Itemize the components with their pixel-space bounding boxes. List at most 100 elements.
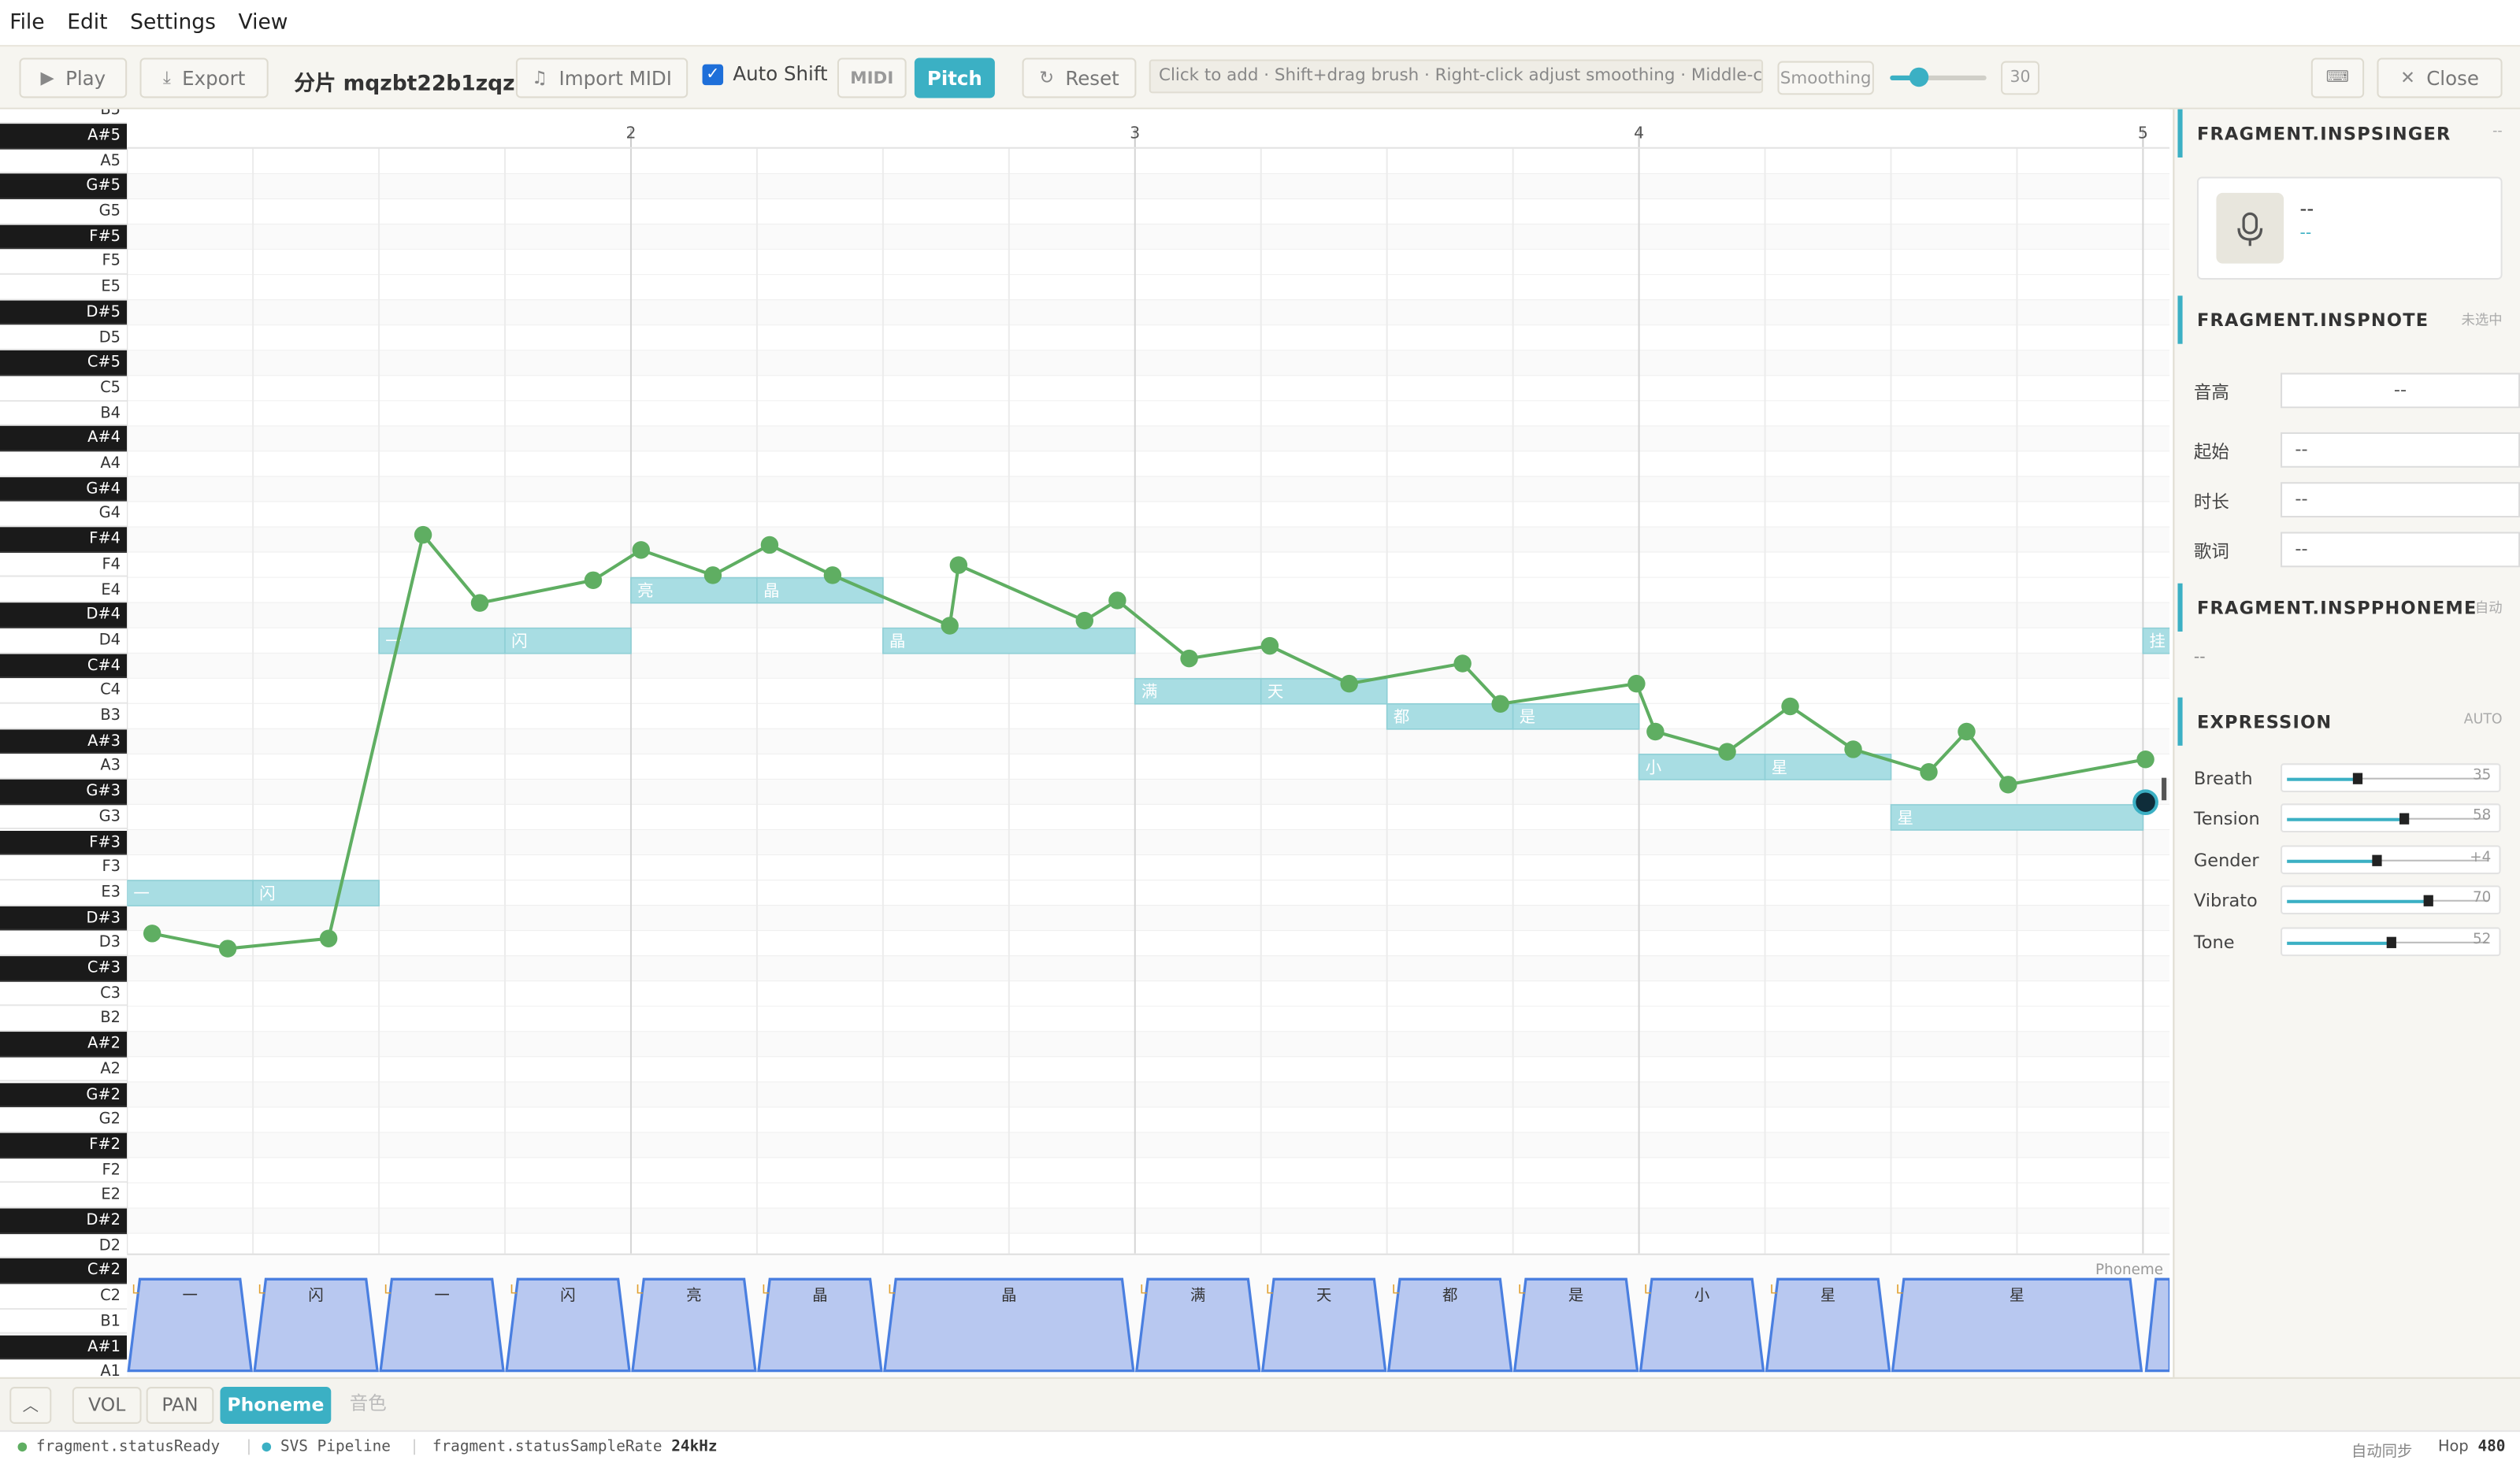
phoneme-marker[interactable]: L: [258, 1282, 265, 1297]
piano-key[interactable]: F5: [0, 250, 128, 276]
piano-key[interactable]: C5: [0, 376, 128, 402]
phoneme-lane[interactable]: 一 L 闪 L 一 L 闪 L 亮 L 晶 L 晶 L 满 L 天 L 都 L 是 L 小 L 星 L 星 L Phoneme: [127, 1253, 2170, 1377]
piano-key[interactable]: B4: [0, 401, 128, 427]
lane-tab-phoneme[interactable]: Phoneme: [220, 1387, 332, 1424]
pitch-control-point[interactable]: [218, 940, 237, 958]
piano-key[interactable]: G5: [0, 199, 128, 225]
pitch-mode-button[interactable]: Pitch: [914, 57, 995, 98]
piano-key[interactable]: A#4: [0, 426, 128, 452]
piano-key[interactable]: D3: [0, 931, 128, 957]
piano-key[interactable]: F3: [0, 854, 128, 880]
piano-key[interactable]: D#4: [0, 602, 128, 628]
piano-key[interactable]: C#3: [0, 956, 128, 982]
selected-pitch-point[interactable]: [2132, 789, 2158, 816]
phoneme-marker[interactable]: L: [636, 1282, 643, 1297]
phoneme-marker[interactable]: L: [132, 1282, 139, 1297]
lane-tab-pan[interactable]: PAN: [146, 1387, 214, 1424]
menu-edit[interactable]: Edit: [67, 10, 107, 35]
note-block[interactable]: [1890, 804, 2144, 831]
close-button[interactable]: ✕ Close: [2377, 57, 2503, 98]
phoneme-marker[interactable]: L: [888, 1282, 895, 1297]
note-field-input[interactable]: --: [2281, 482, 2520, 518]
piano-key[interactable]: A5: [0, 148, 128, 174]
piano-key[interactable]: G3: [0, 804, 128, 830]
pitch-control-point[interactable]: [703, 566, 722, 584]
keyboard-shortcuts-button[interactable]: ⌨: [2310, 57, 2365, 98]
expression-slider[interactable]: 52: [2281, 927, 2501, 957]
pitch-control-point[interactable]: [1781, 697, 1799, 716]
phoneme-marker[interactable]: L: [1266, 1282, 1273, 1297]
piano-key[interactable]: B3: [0, 703, 128, 729]
piano-key[interactable]: C#4: [0, 653, 128, 679]
piano-key[interactable]: F#4: [0, 527, 128, 553]
pitch-control-point[interactable]: [1627, 674, 1646, 693]
pitch-control-point[interactable]: [823, 566, 842, 584]
import-midi-button[interactable]: ♫ Import MIDI: [515, 57, 688, 98]
phoneme-marker[interactable]: L: [510, 1282, 517, 1297]
piano-key[interactable]: G#2: [0, 1082, 128, 1108]
piano-key[interactable]: B2: [0, 1006, 128, 1032]
piano-key[interactable]: F4: [0, 552, 128, 578]
pitch-control-point[interactable]: [1999, 776, 2017, 794]
slider-thumb[interactable]: [2352, 773, 2362, 784]
expression-slider[interactable]: 70: [2281, 885, 2501, 915]
phoneme-marker[interactable]: L: [1140, 1282, 1147, 1297]
piano-key[interactable]: E4: [0, 577, 128, 603]
piano-key[interactable]: B5: [0, 109, 128, 124]
piano-key[interactable]: A2: [0, 1057, 128, 1083]
piano-key[interactable]: A3: [0, 754, 128, 780]
singer-card[interactable]: -- --: [2196, 176, 2503, 280]
pitch-control-point[interactable]: [1453, 654, 1472, 673]
piano-key[interactable]: G4: [0, 502, 128, 528]
pitch-control-point[interactable]: [1491, 695, 1509, 713]
smoothing-slider[interactable]: [1890, 67, 1987, 87]
piano-key[interactable]: G#4: [0, 476, 128, 502]
menu-view[interactable]: View: [239, 10, 288, 35]
phoneme-marker[interactable]: L: [1392, 1282, 1399, 1297]
pitch-control-point[interactable]: [1108, 591, 1126, 610]
piano-key[interactable]: D2: [0, 1233, 128, 1259]
piano-key[interactable]: C#2: [0, 1258, 128, 1284]
smoothing-slider-thumb[interactable]: [1909, 67, 1929, 87]
expression-slider[interactable]: 35: [2281, 763, 2501, 793]
piano-key[interactable]: F#3: [0, 829, 128, 855]
piano-key[interactable]: E3: [0, 880, 128, 906]
piano-key[interactable]: C3: [0, 981, 128, 1007]
pitch-control-point[interactable]: [632, 541, 650, 559]
midi-mode-button[interactable]: MIDI: [837, 57, 907, 98]
piano-roll-canvas[interactable]: 2 3 4 5一 闪一 闪亮 晶晶满 天都 是小 星星挂: [127, 109, 2170, 1254]
piano-key[interactable]: G#5: [0, 173, 128, 200]
piano-key[interactable]: D4: [0, 628, 128, 654]
piano-key[interactable]: E2: [0, 1183, 128, 1209]
pitch-control-point[interactable]: [1075, 611, 1094, 630]
collapse-lane-button[interactable]: ︿: [9, 1387, 52, 1424]
piano-key[interactable]: G#3: [0, 779, 128, 805]
pitch-control-point[interactable]: [1718, 743, 1736, 761]
piano-key[interactable]: A#5: [0, 123, 128, 149]
note-field-input[interactable]: --: [2281, 432, 2520, 468]
phoneme-marker[interactable]: L: [762, 1282, 769, 1297]
play-button[interactable]: ▶ Play: [19, 57, 128, 98]
phoneme-canvas[interactable]: 一L 闪L 一L 闪L 亮L 晶L 晶L 满L 天L 都L 是L 小L 星L 星L: [127, 1255, 2170, 1377]
phoneme-marker[interactable]: L: [1770, 1282, 1777, 1297]
piano-key[interactable]: D#3: [0, 906, 128, 932]
slider-thumb[interactable]: [2372, 854, 2383, 866]
pitch-control-point[interactable]: [414, 525, 432, 544]
menu-settings[interactable]: Settings: [130, 10, 216, 35]
pitch-control-point[interactable]: [1958, 722, 1976, 741]
auto-shift-checkbox[interactable]: ✓: [702, 64, 724, 86]
note-block[interactable]: [882, 627, 1136, 654]
pitch-control-point[interactable]: [2136, 751, 2154, 769]
slider-thumb[interactable]: [2386, 936, 2396, 948]
pitch-control-point[interactable]: [1180, 649, 1198, 668]
piano-keyboard[interactable]: B5 A#5 A5 G#5 G5 F#5 F5 E5 D#5 D5 C#5 C5 B4 A#4 A4 G#4 G…: [0, 109, 128, 1379]
lane-tab-timbre[interactable]: 音色: [337, 1387, 399, 1424]
piano-key[interactable]: A#3: [0, 728, 128, 754]
piano-key[interactable]: A4: [0, 451, 128, 477]
piano-key[interactable]: A#1: [0, 1334, 128, 1360]
phoneme-marker[interactable]: L: [1518, 1282, 1525, 1297]
piano-key[interactable]: C#5: [0, 350, 128, 376]
piano-key[interactable]: G2: [0, 1107, 128, 1133]
piano-key[interactable]: D5: [0, 325, 128, 351]
piano-key[interactable]: C2: [0, 1284, 128, 1310]
